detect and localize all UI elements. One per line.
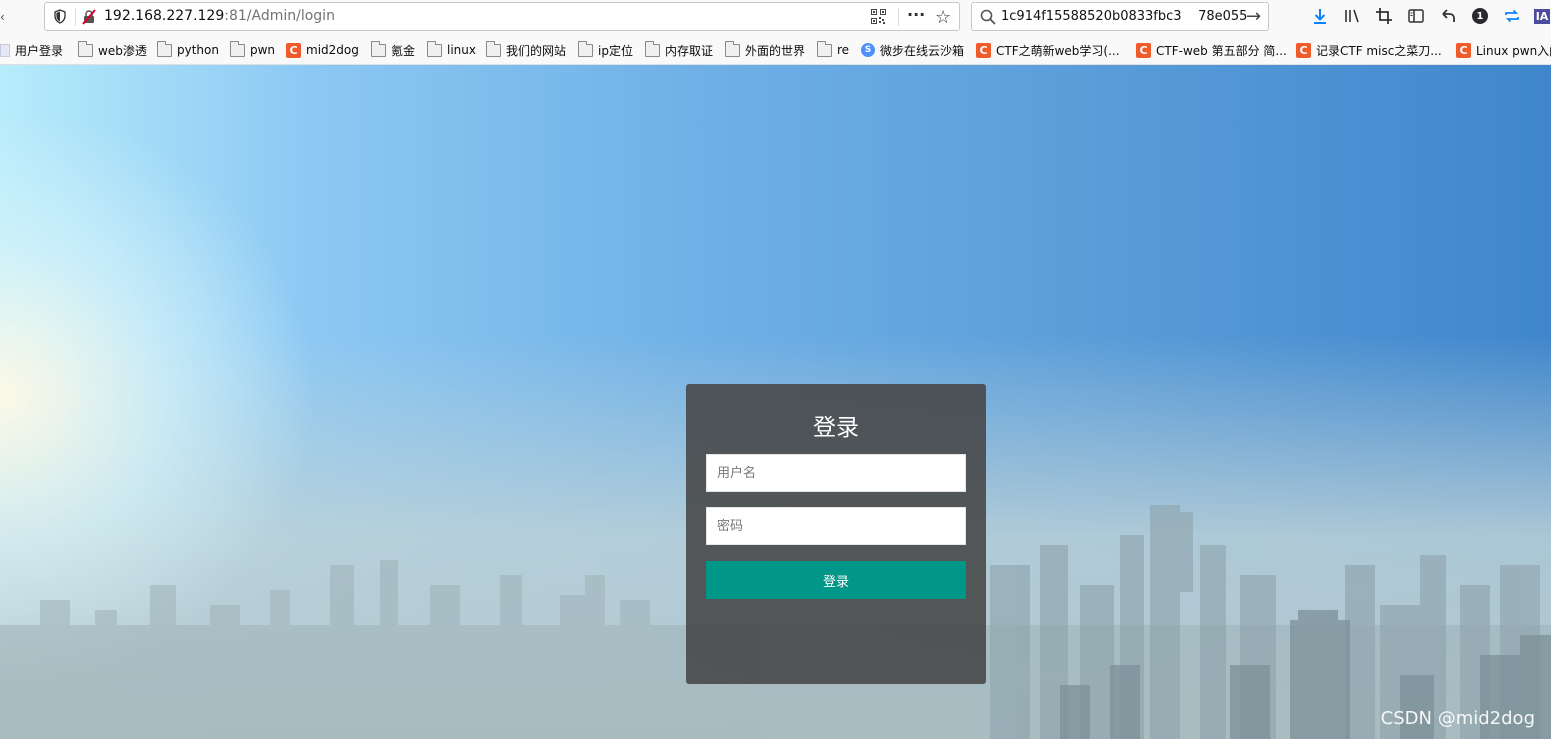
- bookmark-label: 内存取证: [665, 43, 714, 58]
- folder-icon: [486, 40, 501, 57]
- url-host: 192.168.227.129: [104, 8, 225, 24]
- folder-icon: [78, 40, 93, 57]
- extension-ia-label: IA: [1533, 8, 1551, 24]
- bookmark-item[interactable]: C CTF-web 第五部分 简...: [1136, 41, 1287, 59]
- bookmark-label: Linux pwn入门: [1476, 43, 1551, 58]
- weibu-icon: S: [861, 43, 875, 57]
- insecure-connection-icon[interactable]: [81, 9, 97, 25]
- bookmark-item[interactable]: C 记录CTF misc之菜刀...: [1296, 41, 1442, 59]
- folder-icon: [578, 40, 593, 57]
- bookmark-folder[interactable]: pwn: [230, 40, 276, 59]
- back-button[interactable]: ‹: [0, 10, 5, 24]
- bookmark-item[interactable]: C CTF之萌新web学习(...: [976, 41, 1120, 59]
- page-actions-menu-icon[interactable]: ···: [907, 5, 925, 24]
- search-go-arrow-icon[interactable]: →: [1246, 6, 1261, 27]
- csdn-icon: C: [976, 42, 991, 58]
- bookmark-item[interactable]: S 微步在线云沙箱: [861, 41, 964, 59]
- bookmark-label: web渗透: [98, 43, 147, 58]
- csdn-icon: C: [1136, 42, 1151, 58]
- folder-icon: [157, 40, 172, 57]
- bookmark-folder[interactable]: linux: [427, 40, 476, 59]
- username-input[interactable]: [706, 454, 966, 492]
- undo-arrow-icon[interactable]: [1438, 6, 1458, 26]
- folder-icon: [645, 40, 660, 57]
- login-panel: 登录 登录: [686, 384, 986, 684]
- csdn-icon: C: [1296, 42, 1311, 58]
- bookmark-star-icon[interactable]: ☆: [935, 7, 951, 28]
- bookmark-label: 外面的世界: [745, 43, 806, 58]
- bookmark-label: CTF-web 第五部分 简...: [1156, 43, 1287, 58]
- url-text[interactable]: 192.168.227.129:81/Admin/login: [104, 8, 335, 24]
- folder-icon: [725, 40, 740, 57]
- search-bar[interactable]: 1c914f15588520b0833fbc3 78e055 →: [971, 2, 1269, 31]
- bookmark-label: mid2dog: [306, 43, 359, 57]
- bookmark-folder[interactable]: python: [157, 40, 219, 59]
- login-button[interactable]: 登录: [706, 561, 966, 599]
- bookmark-item[interactable]: 用户登录: [0, 41, 63, 59]
- bookmark-label: linux: [447, 43, 476, 57]
- folder-icon: [371, 40, 386, 57]
- screenshot-crop-icon[interactable]: [1374, 6, 1394, 26]
- bookmark-folder[interactable]: 内存取证: [645, 40, 714, 59]
- bookmark-label: 氪金: [391, 43, 416, 58]
- folder-icon: [817, 40, 832, 57]
- bookmark-label: pwn: [250, 43, 276, 57]
- folder-icon: [427, 40, 442, 57]
- downloads-icon[interactable]: [1310, 6, 1330, 26]
- bookmark-folder[interactable]: 外面的世界: [725, 40, 806, 59]
- sidebar-toggle-icon[interactable]: [1406, 6, 1426, 26]
- bookmark-item[interactable]: Cmid2dog: [286, 41, 359, 59]
- bookmark-label: 用户登录: [15, 43, 64, 58]
- bookmark-label: CTF之萌新web学习(...: [996, 43, 1120, 58]
- bookmark-label: 我们的网站: [506, 43, 567, 58]
- bookmark-folder[interactable]: 氪金: [371, 40, 416, 59]
- bookmark-item[interactable]: C Linux pwn入门: [1456, 41, 1551, 59]
- profile-badge-icon[interactable]: 1: [1470, 6, 1490, 26]
- page-icon: [0, 43, 10, 57]
- csdn-icon: C: [286, 42, 301, 58]
- watermark-text: CSDN @mid2dog: [1380, 708, 1535, 729]
- browser-toolbar: ‹ 192.168.227.129:81/Admin/login ··· ☆ 1…: [0, 0, 1551, 34]
- bookmark-label: ip定位: [598, 43, 633, 58]
- bookmarks-bar: 用户登录 web渗透 python pwn Cmid2dog 氪金 linux …: [0, 34, 1551, 65]
- library-icon[interactable]: [1342, 6, 1362, 26]
- bookmark-folder[interactable]: web渗透: [78, 40, 147, 59]
- url-path: :81/Admin/login: [224, 8, 335, 24]
- tracking-protection-icon[interactable]: [54, 9, 66, 24]
- bookmark-label: 微步在线云沙箱: [880, 43, 965, 58]
- separator: [75, 8, 76, 26]
- separator: [898, 8, 899, 26]
- profile-badge-count: 1: [1472, 8, 1488, 24]
- search-icon: [980, 9, 996, 25]
- csdn-icon: C: [1456, 42, 1471, 58]
- bookmark-label: re: [837, 43, 850, 57]
- bookmark-folder[interactable]: 我们的网站: [486, 40, 567, 59]
- login-page-background: 登录 登录 CSDN @mid2dog: [0, 65, 1551, 739]
- url-bar[interactable]: 192.168.227.129:81/Admin/login ··· ☆: [44, 2, 960, 31]
- bookmark-label: 记录CTF misc之菜刀...: [1316, 43, 1442, 58]
- search-query-text: 1c914f15588520b0833fbc3 78e055: [1001, 9, 1248, 24]
- folder-icon: [230, 40, 245, 57]
- bookmark-folder[interactable]: ip定位: [578, 40, 633, 59]
- password-input[interactable]: [706, 507, 966, 545]
- qr-code-icon[interactable]: [871, 9, 886, 24]
- bookmark-folder[interactable]: re: [817, 40, 850, 59]
- login-title: 登录: [813, 415, 859, 441]
- extension-ia-icon[interactable]: IA: [1532, 6, 1551, 26]
- sync-repeat-icon[interactable]: [1502, 6, 1522, 26]
- bookmark-label: python: [177, 43, 219, 57]
